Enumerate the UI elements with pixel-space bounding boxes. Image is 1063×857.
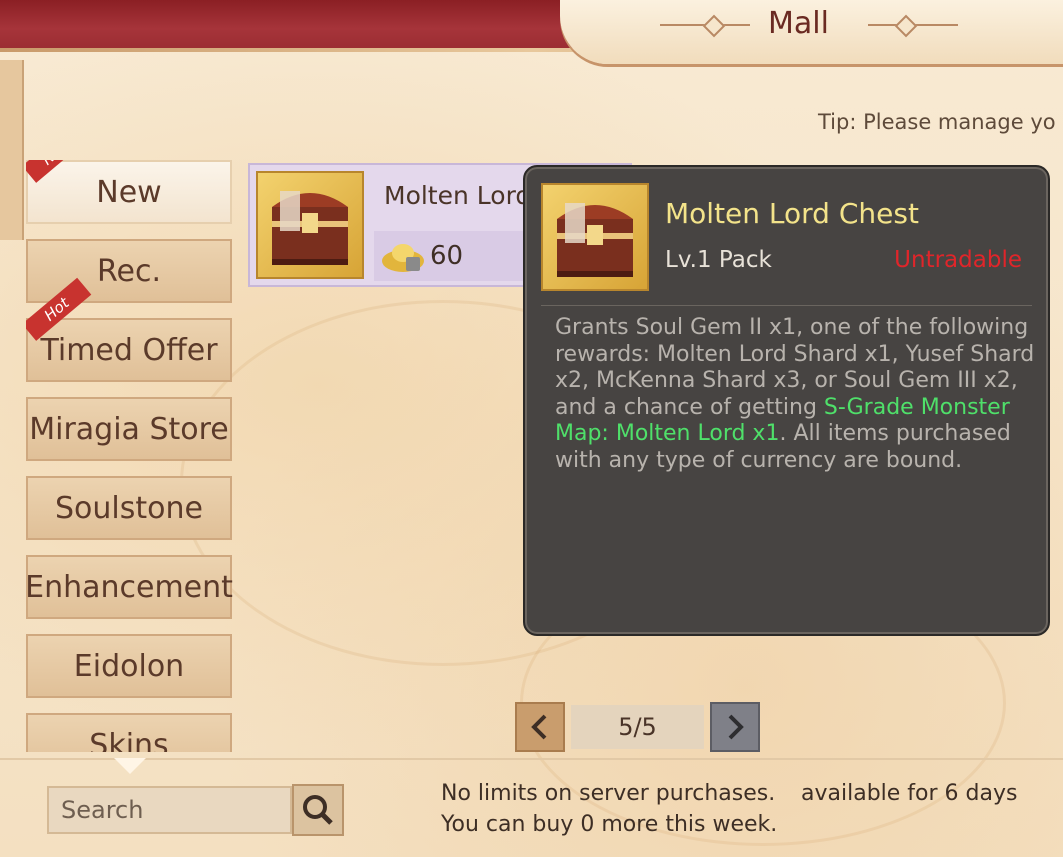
next-page-button[interactable] [710, 702, 760, 752]
tab-label: Enhancement [26, 569, 233, 605]
item-icon-frame [256, 171, 364, 279]
tab-label: Soulstone [55, 490, 203, 526]
item-price: 60 [430, 241, 464, 271]
chevron-left-icon [531, 714, 547, 740]
new-badge: New [26, 160, 92, 183]
tab-label: Miragia Store [29, 411, 229, 447]
purchase-limit-text: No limits on server purchases. [441, 781, 776, 806]
tradable-status: Untradable [894, 247, 1022, 273]
bottom-divider [0, 758, 1063, 760]
prev-page-button[interactable] [515, 702, 565, 752]
gold-ingot-icon [382, 244, 424, 272]
tooltip-title: Molten Lord Chest [665, 197, 919, 230]
tooltip-level: Lv.1 Pack [665, 247, 772, 273]
weekly-limit-text: You can buy 0 more this week. [441, 812, 778, 837]
search-icon [303, 795, 333, 825]
tab-soulstone[interactable]: Soulstone [26, 476, 232, 540]
tab-label: Rec. [97, 253, 161, 289]
tab-label: Timed Offer [40, 332, 218, 368]
scroll-down-icon[interactable] [114, 758, 146, 774]
tooltip-icon-frame [541, 183, 649, 291]
side-panel-edge [0, 60, 24, 240]
tab-new[interactable]: New New [26, 160, 232, 224]
category-sidebar[interactable]: New New Rec. Hot Timed Offer Miragia Sto… [26, 160, 234, 752]
search-button[interactable] [292, 784, 344, 836]
tab-skins[interactable]: Skins [26, 713, 232, 752]
chest-icon [557, 203, 633, 277]
tip-text: Tip: Please manage yo [818, 110, 1056, 134]
tab-label: Skins [89, 727, 169, 753]
tab-timed-offer[interactable]: Hot Timed Offer [26, 277, 232, 382]
chest-icon [272, 191, 348, 265]
chevron-right-icon [728, 714, 744, 740]
tooltip-divider [541, 305, 1032, 306]
search-input[interactable] [47, 786, 292, 834]
page-indicator: 5/5 [571, 705, 704, 749]
page-title: Mall [768, 6, 829, 41]
tooltip-description: Grants Soul Gem II x1, one of the follow… [555, 315, 1035, 474]
tab-enhancement[interactable]: Enhancement [26, 555, 233, 619]
availability-text: available for 6 days [801, 781, 1018, 806]
item-tooltip: Molten Lord Chest Lv.1 Pack Untradable G… [523, 165, 1050, 636]
tab-miragia-store[interactable]: Miragia Store [26, 397, 232, 461]
tab-label: New [96, 174, 162, 210]
tab-label: Eidolon [73, 648, 185, 684]
tab-eidolon[interactable]: Eidolon [26, 634, 232, 698]
